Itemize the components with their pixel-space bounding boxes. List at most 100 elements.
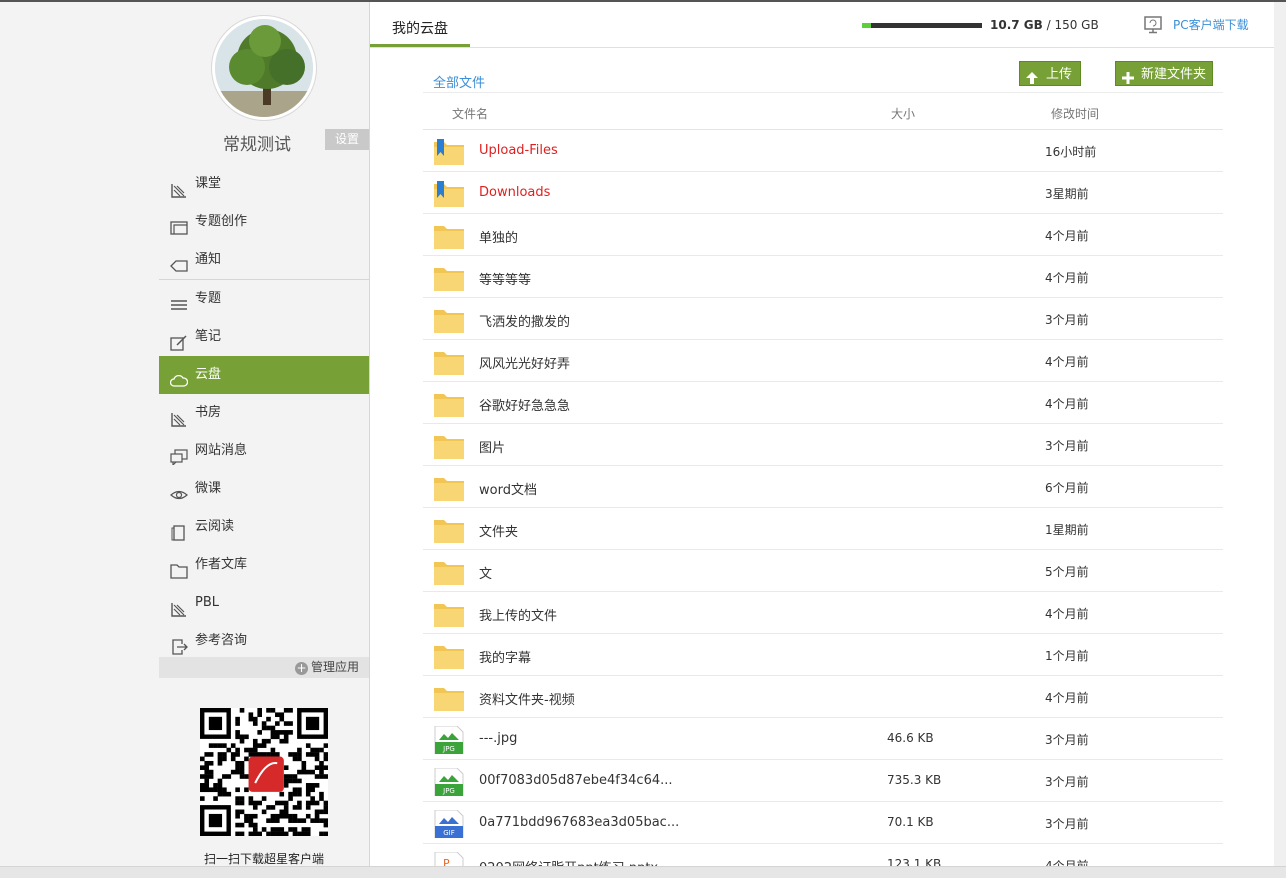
storage-total: 150 GB — [1054, 18, 1099, 32]
folder-icon — [433, 222, 465, 250]
column-header-time[interactable]: 修改时间 — [1051, 105, 1099, 122]
sidebar-item-folder[interactable]: 作者文库 — [159, 546, 369, 584]
sidebar-item-notice[interactable]: 通知 — [159, 241, 369, 279]
plus-icon — [1122, 68, 1134, 84]
vertical-scrollbar[interactable] — [1274, 2, 1286, 866]
tab-my-cloud[interactable]: 我的云盘 — [370, 18, 470, 47]
sidebar-item-consult[interactable]: 参考咨询 — [159, 622, 369, 660]
folder-icon — [433, 180, 465, 208]
pbl-icon — [170, 595, 188, 617]
table-row[interactable]: Downloads 3星期前 — [423, 172, 1223, 214]
file-name[interactable]: ---.jpg — [479, 731, 517, 746]
folder-icon — [433, 348, 465, 376]
file-name[interactable]: 资料文件夹-视频 — [479, 689, 575, 708]
file-modified-time: 4个月前 — [1045, 691, 1089, 705]
column-header-name[interactable]: 文件名 — [452, 105, 488, 122]
sidebar-item-eye[interactable]: 微课 — [159, 470, 369, 508]
table-row[interactable]: 文 5个月前 — [423, 550, 1223, 592]
file-name[interactable]: 00f7083d05d87ebe4f34c64... — [479, 773, 673, 788]
svg-text:JPG: JPG — [442, 745, 455, 753]
settings-button[interactable]: 设置 — [325, 129, 369, 150]
table-row[interactable]: 等等等等 4个月前 — [423, 256, 1223, 298]
tab-bar: 我的云盘 10.7 GB / 150 GB PC客户端下载 — [370, 2, 1275, 48]
table-row[interactable]: 风风光光好好弄 4个月前 — [423, 340, 1223, 382]
sidebar-item-label: 云阅读 — [195, 519, 235, 534]
table-row[interactable]: 我上传的文件 4个月前 — [423, 592, 1223, 634]
folder-icon — [433, 390, 465, 418]
table-row[interactable]: JPG 00f7083d05d87ebe4f34c64... 735.3 KB 3个月… — [423, 760, 1223, 802]
sidebar-item-note[interactable]: 笔记 — [159, 318, 369, 356]
file-name[interactable]: 图片 — [479, 437, 505, 456]
table-row[interactable]: word文档 6个月前 — [423, 466, 1223, 508]
sidebar-item-label: 专题 — [195, 291, 222, 306]
notice-icon — [170, 252, 188, 272]
column-header-size[interactable]: 大小 — [891, 105, 915, 122]
file-name[interactable]: 我上传的文件 — [479, 605, 557, 624]
pc-client-download-link[interactable]: PC客户端下载 — [1143, 16, 1249, 34]
file-name[interactable]: 文件夹 — [479, 521, 518, 540]
table-row[interactable]: 我的字幕 1个月前 — [423, 634, 1223, 676]
table-row[interactable]: Upload-Files 16小时前 — [423, 130, 1223, 172]
file-name[interactable]: Downloads — [479, 185, 550, 200]
table-row[interactable]: GIF 0a771bdd967683ea3d05bac... 70.1 KB 3个月前 — [423, 802, 1223, 844]
table-row[interactable]: 文件夹 1星期前 — [423, 508, 1223, 550]
file-name[interactable]: 我的字幕 — [479, 647, 531, 666]
monitor-refresh-icon — [1143, 16, 1163, 34]
file-name[interactable]: 风风光光好好弄 — [479, 353, 570, 372]
manage-apps-button[interactable]: + 管理应用 — [159, 657, 369, 678]
horizontal-scrollbar[interactable] — [0, 866, 1286, 878]
table-row[interactable]: JPG ---.jpg 46.6 KB 3个月前 — [423, 718, 1223, 760]
file-name[interactable]: 飞洒发的撒发的 — [479, 311, 570, 330]
svg-text:JPG: JPG — [442, 787, 455, 795]
breadcrumb-all-files[interactable]: 全部文件 — [433, 72, 485, 91]
file-name[interactable]: Upload-Files — [479, 143, 558, 158]
folder-icon — [433, 306, 465, 334]
file-name[interactable]: 等等等等 — [479, 269, 531, 288]
table-row[interactable]: 谷歌好好急急急 4个月前 — [423, 382, 1223, 424]
sidebar-item-label: PBL — [195, 595, 220, 610]
storage-text: 10.7 GB / 150 GB — [990, 18, 1099, 32]
sidebar-item-study[interactable]: 书房 — [159, 394, 369, 432]
file-table: 文件名 大小 修改时间 Upload-Files 16小时前 Downloads 3星… — [423, 92, 1223, 878]
table-row[interactable]: 单独的 4个月前 — [423, 214, 1223, 256]
file-modified-time: 3个月前 — [1045, 313, 1089, 327]
sidebar-item-cloud[interactable]: 云盘 — [159, 356, 369, 394]
jpg-file-icon: JPG — [433, 725, 465, 755]
folder-icon — [433, 432, 465, 460]
qr-code — [200, 708, 329, 837]
file-modified-time: 3个月前 — [1045, 439, 1089, 453]
plus-circle-icon: + — [294, 661, 308, 675]
sidebar-item-label: 书房 — [195, 405, 222, 420]
file-name[interactable]: 0a771bdd967683ea3d05bac... — [479, 815, 679, 830]
sidebar-item-label: 作者文库 — [195, 557, 248, 572]
upload-label: 上传 — [1046, 67, 1073, 82]
table-row[interactable]: 图片 3个月前 — [423, 424, 1223, 466]
pc-client-download-label: PC客户端下载 — [1173, 18, 1249, 32]
folder-icon — [170, 557, 188, 579]
file-modified-time: 4个月前 — [1045, 271, 1089, 285]
file-modified-time: 4个月前 — [1045, 397, 1089, 411]
avatar[interactable] — [212, 16, 316, 120]
table-row[interactable]: 飞洒发的撒发的 3个月前 — [423, 298, 1223, 340]
sidebar-item-pbl[interactable]: PBL — [159, 584, 369, 622]
file-name[interactable]: 文 — [479, 563, 492, 582]
table-row[interactable]: 资料文件夹-视频 4个月前 — [423, 676, 1223, 718]
file-name[interactable]: 谷歌好好急急急 — [479, 395, 570, 414]
sidebar-item-topic[interactable]: 专题 — [159, 280, 369, 318]
sidebar-item-topic-create[interactable]: 专题创作 — [159, 203, 369, 241]
storage-used: 10.7 GB — [990, 18, 1043, 32]
manage-apps-label: 管理应用 — [310, 660, 359, 674]
file-name[interactable]: word文档 — [479, 479, 537, 498]
message-icon — [170, 443, 188, 467]
folder-icon — [433, 138, 465, 166]
new-folder-button[interactable]: 新建文件夹 — [1115, 61, 1213, 86]
consult-icon — [170, 633, 188, 655]
sidebar-item-message[interactable]: 网站消息 — [159, 432, 369, 470]
upload-button[interactable]: 上传 — [1019, 61, 1081, 86]
sidebar-item-book[interactable]: 云阅读 — [159, 508, 369, 546]
sidebar-item-label: 微课 — [195, 481, 222, 496]
sidebar-item-classroom[interactable]: 课堂 — [159, 165, 369, 203]
file-name[interactable]: 单独的 — [479, 227, 518, 246]
username: 常规测试 — [223, 135, 291, 155]
file-modified-time: 3个月前 — [1045, 733, 1089, 747]
